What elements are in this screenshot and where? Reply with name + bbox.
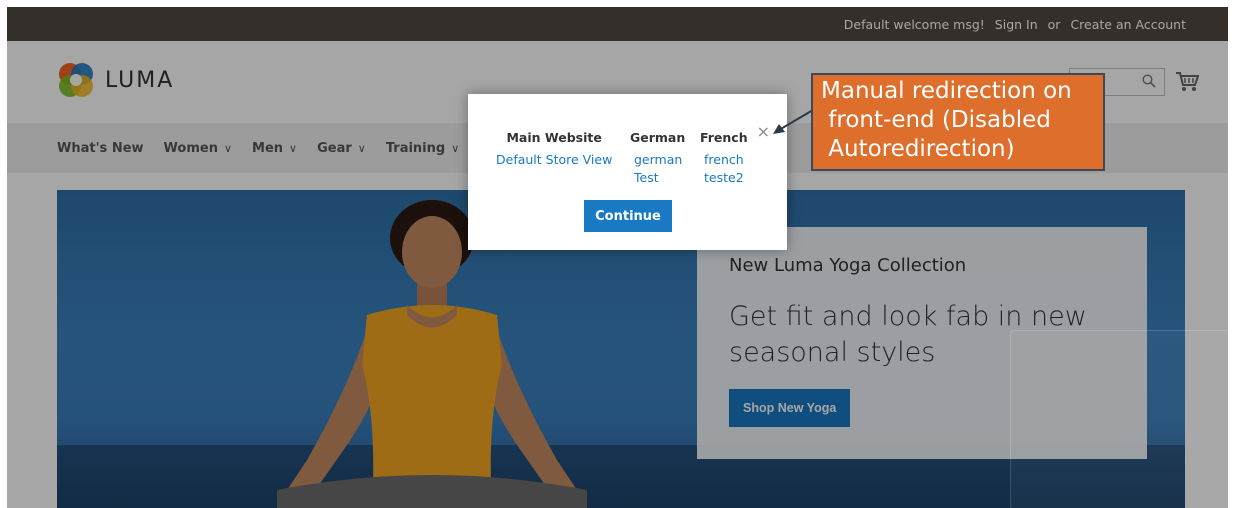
column-main-website: Main Website Default Store View <box>496 130 612 169</box>
store-link-test[interactable]: Test <box>630 169 685 187</box>
column-heading: Main Website <box>506 130 602 145</box>
column-french: French french teste2 <box>700 130 748 187</box>
browser-viewport: Default welcome msg! Sign In or Create a… <box>7 7 1228 508</box>
annotation-line: Autoredirection) <box>821 136 1015 162</box>
continue-button[interactable]: Continue <box>584 200 672 232</box>
annotation-arrow <box>773 109 814 134</box>
column-heading: German <box>630 130 686 145</box>
annotation-line: front-end (Disabled <box>821 107 1051 133</box>
column-german: German german Test <box>630 130 685 187</box>
store-link-default-store-view[interactable]: Default Store View <box>496 151 612 169</box>
store-switcher-modal: × Main Website Default Store View German… <box>468 94 787 250</box>
column-heading: French <box>700 130 748 145</box>
side-panel-placeholder <box>1010 330 1228 508</box>
annotation-line: Manual redirection on <box>821 78 1072 104</box>
annotation-callout: Manual redirection on front-end (Disable… <box>811 73 1105 171</box>
store-link-german[interactable]: german <box>630 151 685 169</box>
store-link-french[interactable]: french <box>700 151 748 169</box>
store-link-teste2[interactable]: teste2 <box>700 169 748 187</box>
